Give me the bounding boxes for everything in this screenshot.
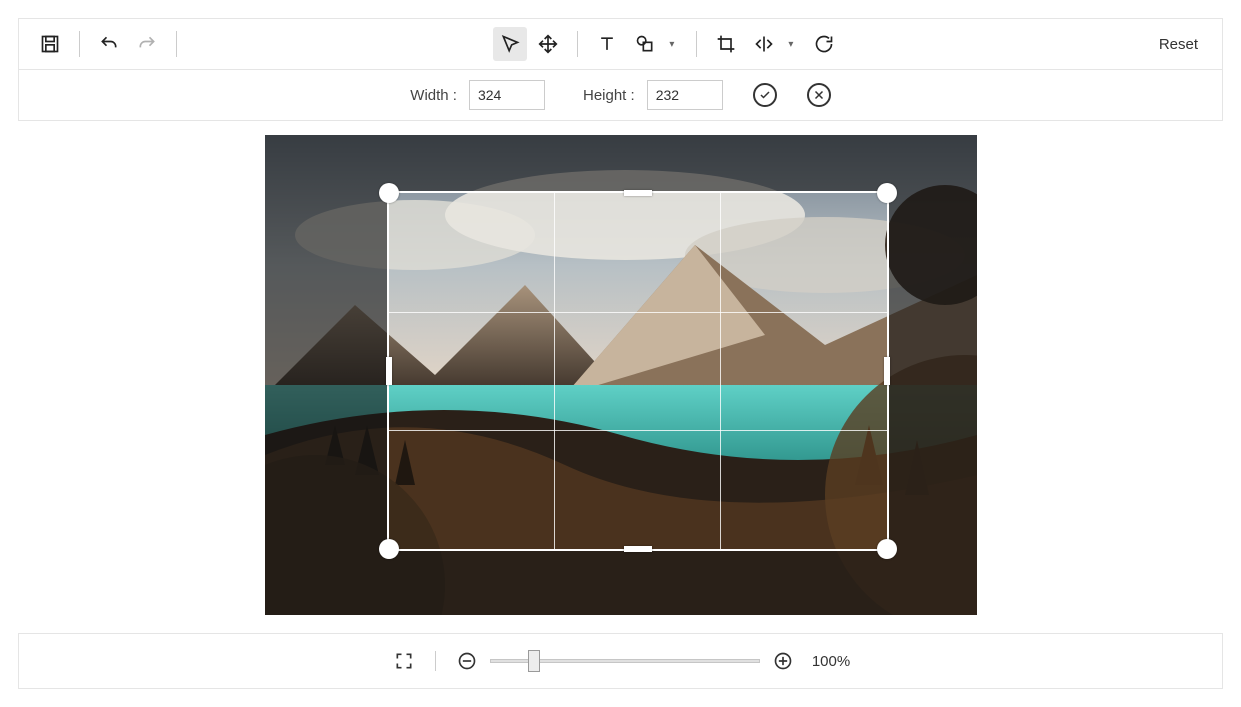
slider-thumb[interactable]: [528, 650, 540, 672]
dim-top: [265, 135, 977, 191]
redo-button[interactable]: [130, 27, 164, 61]
canvas-area: [18, 135, 1223, 615]
zoom-out-button[interactable]: [454, 648, 480, 674]
text-tool-button[interactable]: [590, 27, 624, 61]
save-icon: [40, 34, 60, 54]
undo-button[interactable]: [92, 27, 126, 61]
flip-dropdown[interactable]: ▾: [785, 39, 797, 50]
redo-icon: [137, 34, 157, 54]
cancel-crop-button[interactable]: [807, 83, 831, 107]
zoom-percent-label: 100%: [812, 653, 850, 670]
expand-icon: [394, 651, 414, 671]
width-label: Width :: [410, 87, 457, 104]
zoom-slider[interactable]: [490, 654, 760, 668]
undo-icon: [99, 34, 119, 54]
text-icon: [597, 34, 617, 54]
editor-panel: ▾ ▾ Reset Width : Height :: [18, 18, 1223, 121]
minus-circle-icon: [457, 651, 477, 671]
fit-screen-button[interactable]: [391, 648, 417, 674]
shape-tool-button[interactable]: [628, 27, 662, 61]
zoom-in-button[interactable]: [770, 648, 796, 674]
rotate-tool-button[interactable]: [807, 27, 841, 61]
main-toolbar: ▾ ▾ Reset: [19, 19, 1222, 70]
save-button[interactable]: [33, 27, 67, 61]
flip-icon: [754, 34, 774, 54]
height-label: Height :: [583, 87, 635, 104]
plus-circle-icon: [773, 651, 793, 671]
crop-selection[interactable]: [387, 191, 889, 551]
grid-line: [554, 193, 555, 549]
flip-tool-button[interactable]: [747, 27, 781, 61]
separator: [79, 31, 80, 57]
shape-dropdown[interactable]: ▾: [666, 39, 678, 50]
crop-options-bar: Width : Height :: [19, 70, 1222, 120]
separator: [577, 31, 578, 57]
pointer-icon: [500, 34, 520, 54]
move-tool-button[interactable]: [531, 27, 565, 61]
rotate-icon: [814, 34, 834, 54]
grid-line: [720, 193, 721, 549]
dim-right: [889, 191, 977, 551]
zoom-bar: 100%: [18, 633, 1223, 689]
dim-left: [265, 191, 387, 551]
separator: [435, 651, 436, 671]
crop-handle-n[interactable]: [624, 190, 652, 196]
crop-handle-se[interactable]: [877, 539, 897, 559]
crop-width-input[interactable]: [469, 80, 545, 110]
image-canvas[interactable]: [265, 135, 977, 615]
crop-height-input[interactable]: [647, 80, 723, 110]
crop-handle-nw[interactable]: [379, 183, 399, 203]
apply-crop-button[interactable]: [753, 83, 777, 107]
reset-button[interactable]: Reset: [1149, 30, 1208, 59]
check-icon: [759, 89, 771, 101]
pointer-tool-button[interactable]: [493, 27, 527, 61]
move-icon: [538, 34, 558, 54]
shape-icon: [635, 34, 655, 54]
separator: [696, 31, 697, 57]
crop-handle-ne[interactable]: [877, 183, 897, 203]
separator: [176, 31, 177, 57]
crop-tool-button[interactable]: [709, 27, 743, 61]
crop-handle-w[interactable]: [386, 357, 392, 385]
grid-line: [389, 430, 887, 431]
crop-handle-s[interactable]: [624, 546, 652, 552]
close-icon: [813, 89, 825, 101]
grid-line: [389, 312, 887, 313]
crop-handle-e[interactable]: [884, 357, 890, 385]
crop-icon: [716, 34, 736, 54]
crop-handle-sw[interactable]: [379, 539, 399, 559]
dim-bottom: [265, 551, 977, 615]
